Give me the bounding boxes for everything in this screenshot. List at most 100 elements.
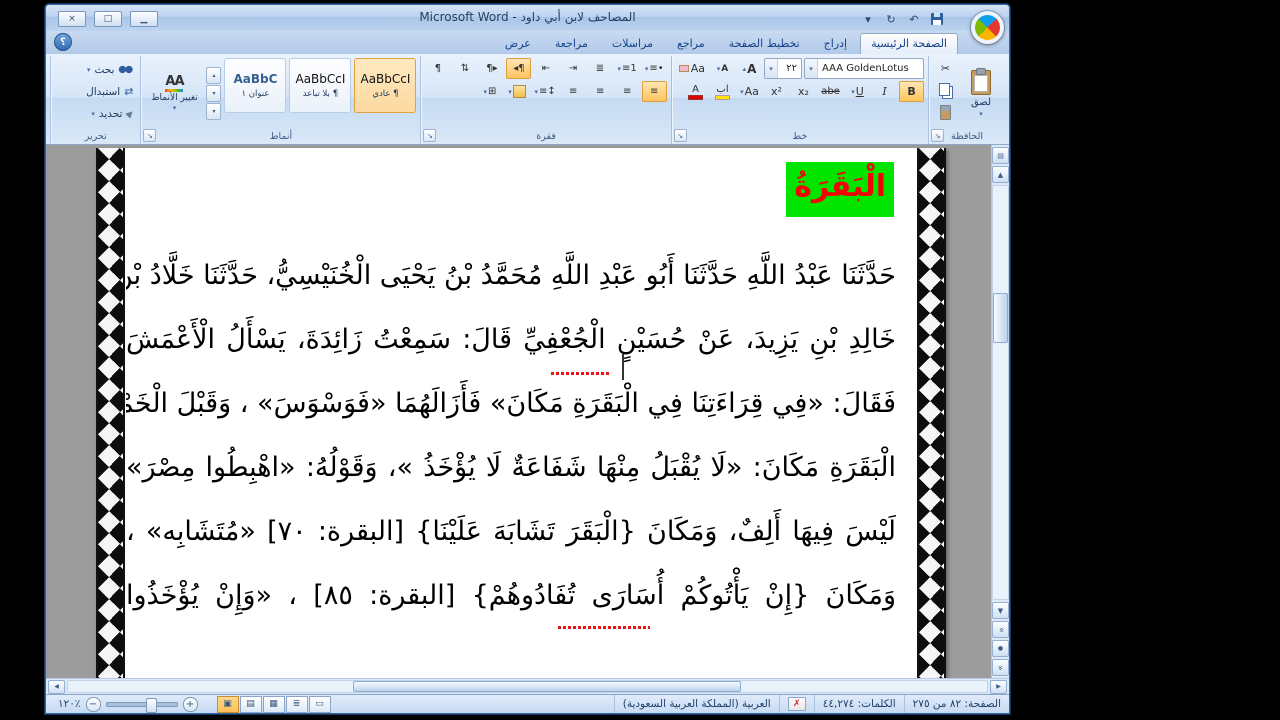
- styles-dialog-launcher[interactable]: ↘: [143, 129, 157, 142]
- scroll-right-button[interactable]: ▶: [990, 679, 1007, 694]
- style-heading1[interactable]: AaBbC عنوان ١: [224, 58, 287, 113]
- document-page[interactable]: الْبَقَرَةُ حَدَّثَنَا عَبْدُ اللَّهِ حَ…: [96, 148, 946, 678]
- superscript-button[interactable]: x²: [764, 81, 789, 102]
- tab-home[interactable]: الصفحة الرئيسية: [860, 33, 958, 54]
- highlight-color-button[interactable]: اب: [710, 81, 735, 103]
- bullets-button[interactable]: •≡ ▾: [642, 58, 667, 79]
- bold-button[interactable]: B: [899, 81, 924, 102]
- up-arrow-icon: ▲: [997, 170, 1004, 179]
- align-left-button[interactable]: ≡: [588, 81, 613, 102]
- chevron-down-icon[interactable]: ▾: [765, 59, 778, 78]
- next-page-button[interactable]: «: [992, 659, 1009, 676]
- qat-customize-button[interactable]: ▾: [858, 10, 878, 28]
- chevron-down-icon[interactable]: ▾: [805, 59, 818, 78]
- tab-page-layout[interactable]: تخطيط الصفحة: [718, 33, 811, 54]
- zoom-in-button[interactable]: +: [182, 696, 198, 712]
- horizontal-scrollbar[interactable]: ◀ ▶: [46, 678, 1009, 694]
- document-line: الْبَقَرَةِ مَكَانَ: «لَا يُقْبَلُ مِنْه…: [126, 452, 896, 483]
- outline-view-button[interactable]: ≣: [285, 695, 308, 713]
- format-painter-button[interactable]: [933, 102, 958, 123]
- borders-button[interactable]: ⊞ ▾: [477, 81, 502, 102]
- italic-button[interactable]: I: [872, 81, 897, 102]
- vertical-scrollbar-thumb[interactable]: [993, 293, 1008, 344]
- zoom-slider-thumb[interactable]: [145, 697, 157, 713]
- replace-button[interactable]: ⇄ استبدال: [55, 81, 136, 102]
- clipboard-dialog-launcher[interactable]: ↘: [931, 129, 944, 142]
- style-name: عنوان ١: [241, 89, 270, 99]
- tab-references[interactable]: مراجع: [666, 33, 716, 54]
- vertical-scrollbar-track[interactable]: [992, 185, 1009, 600]
- draft-view-button[interactable]: ▭: [308, 695, 331, 713]
- document-text: حَدَّثَنَا عَبْدُ اللَّهِ حَدَّثَنَا أَب…: [126, 244, 896, 628]
- subscript-button[interactable]: x₂: [791, 81, 816, 102]
- text-cursor: [622, 354, 624, 380]
- change-styles-button[interactable]: AA تغيير الأنماط ▾: [145, 58, 203, 129]
- increase-indent-button[interactable]: ⇤: [533, 58, 558, 79]
- select-button[interactable]: ▶ تحديد ▾: [55, 103, 136, 124]
- paragraph-dialog-launcher[interactable]: ↘: [423, 129, 437, 142]
- numbering-button[interactable]: 1≡ ▾: [614, 58, 639, 79]
- show-formatting-marks-button[interactable]: ¶: [425, 58, 450, 79]
- redo-button[interactable]: ↻: [881, 10, 901, 28]
- horizontal-scrollbar-thumb[interactable]: [352, 681, 741, 692]
- align-center-button[interactable]: ≡: [615, 81, 640, 102]
- font-color-button[interactable]: A: [683, 81, 708, 103]
- grow-font-button[interactable]: A ▴: [737, 58, 762, 79]
- status-language[interactable]: العربية (المملكة العربية السعودية): [613, 695, 779, 713]
- undo-button[interactable]: ↶: [904, 10, 924, 28]
- vertical-scrollbar[interactable]: ▤ ▲ ▼ « ● «: [991, 145, 1009, 678]
- line-spacing-button[interactable]: ↕≡ ▾: [531, 81, 558, 102]
- sort-button[interactable]: ⇅: [452, 58, 477, 79]
- styles-scroll-up-button[interactable]: ▴: [206, 67, 222, 84]
- cut-button[interactable]: ✂: [933, 58, 958, 79]
- rtl-text-direction-button[interactable]: ¶◂: [506, 58, 532, 79]
- save-button[interactable]: [927, 10, 947, 28]
- shrink-font-button[interactable]: A ▾: [710, 58, 735, 79]
- shading-button[interactable]: ▾: [504, 81, 529, 102]
- office-button[interactable]: [971, 11, 1004, 44]
- styles-scroll-down-button[interactable]: ▾: [206, 85, 222, 102]
- tab-insert[interactable]: إدراج: [813, 33, 858, 54]
- strikethrough-button[interactable]: abe: [818, 81, 843, 102]
- change-styles-label: تغيير الأنماط: [151, 92, 198, 103]
- font-dialog-launcher[interactable]: ↘: [673, 129, 687, 142]
- tab-view[interactable]: عرض: [494, 33, 542, 54]
- scroll-up-button[interactable]: ▲: [992, 166, 1009, 183]
- align-right-button[interactable]: ≡: [641, 81, 667, 102]
- ruler-toggle-button[interactable]: ▤: [992, 147, 1009, 164]
- font-name-combo[interactable]: AAA GoldenLotus ▾: [804, 58, 924, 79]
- underline-button[interactable]: U ▾: [845, 81, 870, 102]
- tab-review[interactable]: مراجعة: [544, 33, 599, 54]
- paste-button[interactable]: لصق ▾: [961, 58, 1001, 129]
- underline-icon: U: [855, 85, 864, 98]
- ltr-text-direction-button[interactable]: ▸¶: [479, 58, 504, 79]
- print-layout-view-button[interactable]: ▣: [216, 695, 239, 713]
- style-normal[interactable]: AaBbCcI ¶ عادي: [354, 58, 417, 113]
- zoom-slider[interactable]: [105, 697, 178, 713]
- zoom-out-button[interactable]: −: [85, 696, 101, 712]
- change-case-button[interactable]: Aa ▾: [737, 81, 762, 102]
- previous-page-button[interactable]: «: [992, 621, 1009, 638]
- multilevel-list-button[interactable]: ≣: [587, 58, 612, 79]
- justify-button[interactable]: ≡: [561, 81, 586, 102]
- web-layout-view-button[interactable]: ▦: [262, 695, 285, 713]
- clear-formatting-button[interactable]: Aa: [676, 58, 708, 79]
- full-screen-reading-view-button[interactable]: ▤: [239, 695, 262, 713]
- status-proofing[interactable]: ✗: [778, 695, 814, 713]
- status-word-count[interactable]: الكلمات: ٤٤,٢٧٤: [813, 695, 904, 713]
- style-no-spacing[interactable]: AaBbCcI ¶ بلا تباعد: [289, 58, 352, 113]
- font-size-value: ٢٢: [786, 63, 797, 74]
- scroll-down-button[interactable]: ▼: [992, 602, 1009, 619]
- help-button[interactable]: ؟: [54, 33, 72, 51]
- tab-mailings[interactable]: مراسلات: [601, 33, 664, 54]
- zoom-level[interactable]: ١٢٠٪: [58, 698, 81, 710]
- horizontal-scrollbar-track[interactable]: [67, 680, 988, 693]
- decrease-indent-button[interactable]: ⇥: [560, 58, 585, 79]
- scroll-left-button[interactable]: ◀: [48, 679, 65, 694]
- styles-more-button[interactable]: ▾: [206, 103, 222, 120]
- copy-button[interactable]: [933, 80, 958, 101]
- status-page-number[interactable]: الصفحة: ٨٢ من ٢٧٥: [903, 695, 1009, 713]
- font-size-combo[interactable]: ٢٢ ▾: [764, 58, 802, 79]
- find-button[interactable]: بحث ▾: [55, 59, 136, 80]
- select-browse-object-button[interactable]: ●: [992, 640, 1009, 657]
